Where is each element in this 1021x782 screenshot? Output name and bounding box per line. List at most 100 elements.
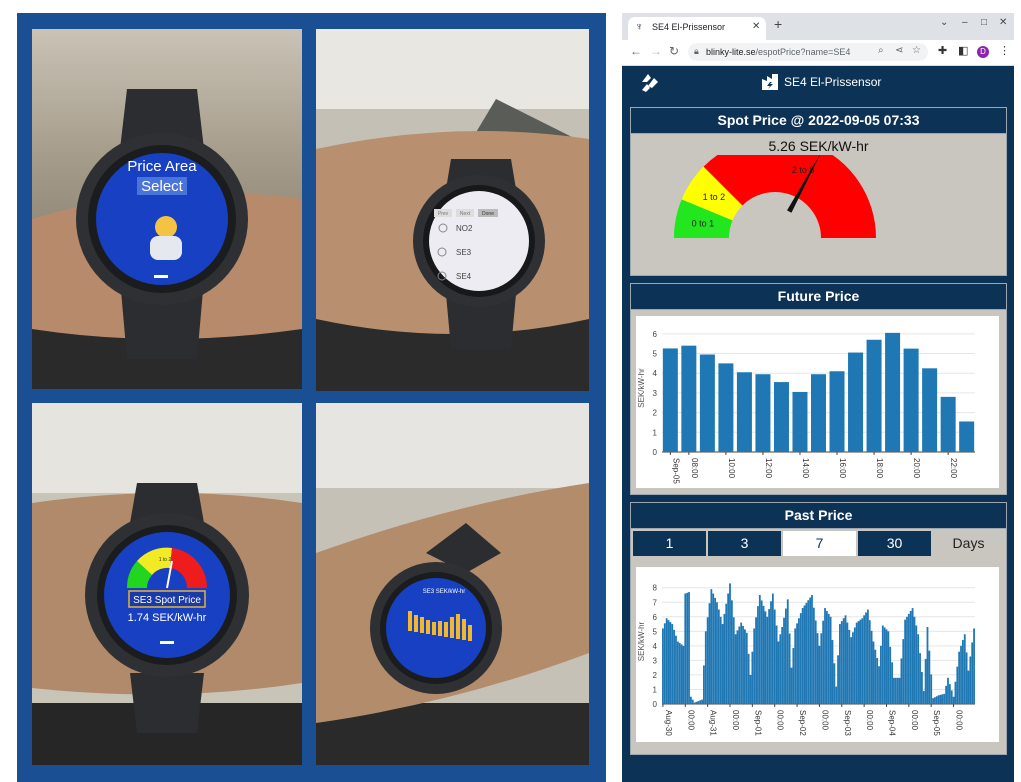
blinky-home-icon[interactable] [638,70,662,94]
bar [973,628,975,704]
bar [829,616,832,704]
bar [887,631,890,704]
bar [688,592,690,704]
bar [792,648,795,704]
close-tab-icon[interactable]: ✕ [752,21,760,32]
bar [727,593,730,704]
bar [758,594,761,704]
bar [662,628,664,704]
bar [846,622,849,704]
bar [755,374,771,452]
maximize-icon[interactable]: □ [981,17,987,28]
bar [701,699,703,704]
bar [930,674,933,704]
bar [784,608,787,704]
new-tab-icon[interactable]: + [774,16,782,32]
y-axis-label: SEK/kW-hr [637,368,646,408]
app-title: SE4 El-Prissensor [784,75,882,89]
bar [919,653,921,704]
x-tick-label: 00:00 [865,710,874,731]
bar [863,615,866,704]
address-bar[interactable]: 🔒︎ blinky-lite.se/espotPrice?name=SE4 ⌕ … [688,43,928,61]
y-tick-label: 1 [653,685,658,694]
gauge-segment-label-0: 0 to 1 [692,219,715,229]
bar [842,618,845,704]
x-tick-label: Sep-03 [843,710,852,736]
bookmark-star-icon[interactable]: ☆ [912,45,921,56]
minimize-icon[interactable]: – [962,17,968,28]
bar [663,623,666,704]
back-arrow-icon[interactable]: ← [630,44,642,58]
x-tick-label: Aug-31 [709,710,718,736]
bar [902,639,905,704]
bar [839,624,841,704]
bar [753,628,756,704]
browser-tab[interactable]: ♆ SE4 El-Prissensor ✕ [628,17,766,40]
future-price-card: Future Price 0 1 2 3 4 5 6 SEK/kW-hr Sep-05 08:00… [630,283,1007,495]
x-tick-label: 12:00 [764,458,773,479]
bar [945,685,948,704]
bar [803,605,806,704]
photo-area-options: Prev Next Done NO2 SE3 SE4 [316,29,589,391]
watch3-price: 1.74 SEK/kW-hr [128,612,207,624]
bar [779,634,782,704]
tab-bar: ♆ SE4 El-Prissensor ✕ + ⌄ – □ ✕ [622,13,1014,40]
watch3-gauge-label: 1 to 2 [159,557,172,563]
bar [678,642,681,704]
zoom-search-icon[interactable]: ⌕ [878,45,884,56]
side-panel-icon[interactable]: ◧ [958,44,968,57]
bar [729,583,731,704]
bar [790,667,793,704]
bar [718,363,734,452]
bar [665,618,668,704]
bar [963,634,966,704]
bar [738,626,741,704]
watch2-option-1: NO2 [456,224,473,233]
bar [749,674,752,704]
x-tick-label: 14:00 [801,458,810,479]
bar [796,623,798,704]
y-tick-label: 5 [653,627,658,636]
range-button-3[interactable]: 3 [708,531,781,556]
bar [673,629,676,704]
y-tick-label: 5 [653,350,658,359]
profile-avatar[interactable]: D [977,46,989,58]
menu-kebab-icon[interactable]: ⋮ [999,44,1010,57]
site-favicon-icon: ♆ [635,21,644,33]
bar [807,600,810,704]
tab-search-chevron-icon[interactable]: ⌄ [940,17,948,28]
share-icon[interactable]: ⋖ [895,45,903,56]
bar [922,690,925,704]
reload-icon[interactable]: ↻ [669,44,679,58]
bar [883,627,886,704]
bar [915,625,918,704]
bar [950,690,953,704]
bar [940,396,956,452]
extensions-puzzle-icon[interactable]: ✚ [938,44,947,57]
photo-collage: Price Area Select Prev Next Done NO2 SE3… [17,13,606,782]
bar [894,677,897,704]
range-button-30[interactable]: 30 [858,531,931,556]
y-tick-label: 3 [653,389,658,398]
bar [744,629,746,704]
browser-window: ♆ SE4 El-Prissensor ✕ + ⌄ – □ ✕ ← → ↻ 🔒︎… [622,13,1014,782]
watch2-btn-prev: Prev [438,211,449,217]
bar [866,339,882,452]
bar [825,610,828,704]
x-tick-label: 00:00 [820,710,829,731]
watch4-title: SE3 SEK/kW-hr [423,589,466,595]
bar [868,620,871,704]
bar [874,649,877,704]
bar [824,608,826,704]
bar [896,677,899,704]
forward-arrow-icon[interactable]: → [650,44,662,58]
bar [773,382,789,452]
bar [676,641,679,704]
tab-title: SE4 El-Prissensor [652,22,726,32]
bar [844,615,847,704]
bar [898,677,901,704]
range-button-1[interactable]: 1 [633,531,706,556]
bar [706,617,709,704]
close-window-icon[interactable]: ✕ [999,17,1007,28]
range-button-7[interactable]: 7 [783,531,856,556]
